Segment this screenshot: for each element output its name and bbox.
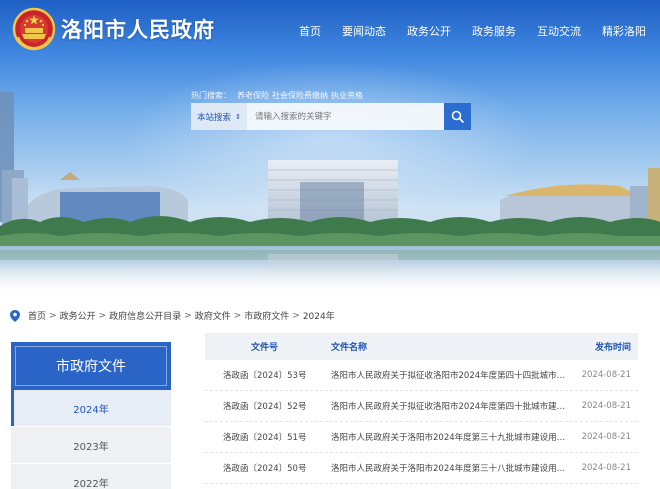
sort-arrows-icon: ⇕: [235, 112, 241, 121]
search-scope-label: 本站搜索: [197, 112, 232, 123]
document-title-link[interactable]: 洛阳市人民政府关于拟征收洛阳市2024年度第四十四批城市建...: [323, 369, 573, 381]
hot-search: 热门搜索： 养老保险 社会保险费缴纳 执业资格: [191, 90, 363, 101]
breadcrumb-separator: >: [233, 310, 242, 321]
breadcrumb-city-gov-files[interactable]: 市政府文件: [244, 309, 289, 322]
breadcrumb-info-catalog[interactable]: 政府信息公开目录: [109, 309, 181, 322]
sidebar-item-label: 2024年: [73, 404, 109, 416]
nav-gov-affairs[interactable]: 政务公开: [407, 23, 451, 39]
document-number: 洛政函〔2024〕53号: [223, 371, 307, 381]
search-input[interactable]: [247, 103, 444, 130]
column-header-title: 文件名称: [331, 343, 368, 353]
hero-banner: 洛阳市人民政府 首页 要闻动态 政务公开 政务服务 互动交流 精彩洛阳 热门搜索…: [0, 0, 660, 292]
document-title-link[interactable]: 洛阳市人民政府关于洛阳市2024年度第三十八批城市建设用地...: [323, 462, 573, 474]
search-icon: [451, 110, 464, 123]
document-number: 洛政函〔2024〕51号: [223, 433, 307, 443]
nav-news[interactable]: 要闻动态: [342, 23, 386, 39]
hot-link-pension[interactable]: 养老保险: [237, 91, 269, 100]
document-date: 2024-08-21: [581, 370, 631, 380]
breadcrumb-current-year[interactable]: 2024年: [303, 309, 335, 322]
documents-table: 文件号 文件名称 发布时间 洛政函〔2024〕53号 洛阳市人民政府关于拟征收洛…: [205, 333, 638, 484]
search-scope-select[interactable]: 本站搜索 ⇕: [191, 103, 247, 130]
column-header-date: 发布时间: [594, 343, 631, 353]
document-date: 2024-08-21: [581, 432, 631, 442]
table-row[interactable]: 洛政函〔2024〕53号 洛阳市人民政府关于拟征收洛阳市2024年度第四十四批城…: [205, 360, 638, 391]
breadcrumb: 首页 > 政务公开 > 政府信息公开目录 > 政府文件 > 市政府文件 > 20…: [10, 309, 335, 322]
site-title[interactable]: 洛阳市人民政府: [61, 14, 215, 44]
nav-gov-services[interactable]: 政务服务: [472, 23, 516, 39]
nav-home[interactable]: 首页: [299, 23, 321, 39]
sidebar-item-2024[interactable]: 2024年: [11, 390, 171, 427]
location-pin-icon: [10, 309, 20, 322]
hot-link-social-insurance[interactable]: 社会保险费缴纳: [272, 91, 328, 100]
breadcrumb-home[interactable]: 首页: [28, 309, 46, 322]
document-number: 洛政函〔2024〕50号: [223, 464, 307, 474]
breadcrumb-separator: >: [292, 310, 300, 321]
sidebar: 市政府文件 2024年 2023年 2022年: [11, 342, 171, 489]
breadcrumb-separator: >: [49, 310, 57, 321]
column-header-number: 文件号: [251, 343, 279, 353]
main-nav: 首页 要闻动态 政务公开 政务服务 互动交流 精彩洛阳: [278, 23, 646, 39]
document-title-link[interactable]: 洛阳市人民政府关于拟征收洛阳市2024年度第四十批城市建设...: [323, 400, 573, 412]
sidebar-header: 市政府文件: [11, 342, 171, 390]
breadcrumb-gov-affairs[interactable]: 政务公开: [60, 309, 96, 322]
sidebar-item-2022[interactable]: 2022年: [11, 464, 171, 489]
table-row[interactable]: 洛政函〔2024〕51号 洛阳市人民政府关于洛阳市2024年度第三十九批城市建设…: [205, 422, 638, 453]
sidebar-item-label: 2023年: [73, 441, 109, 453]
table-header: 文件号 文件名称 发布时间: [205, 333, 638, 360]
sidebar-item-label: 2022年: [73, 478, 109, 489]
nav-wonderful-luoyang[interactable]: 精彩洛阳: [602, 23, 646, 39]
document-title-link[interactable]: 洛阳市人民政府关于洛阳市2024年度第三十九批城市建设用地...: [323, 431, 573, 443]
document-date: 2024-08-21: [581, 401, 631, 411]
search-bar: 本站搜索 ⇕: [191, 103, 471, 130]
search-button[interactable]: [444, 103, 471, 130]
table-row[interactable]: 洛政函〔2024〕52号 洛阳市人民政府关于拟征收洛阳市2024年度第四十批城市…: [205, 391, 638, 422]
breadcrumb-gov-files[interactable]: 政府文件: [195, 309, 231, 322]
document-date: 2024-08-21: [581, 463, 631, 473]
sidebar-title: 市政府文件: [56, 359, 126, 375]
breadcrumb-separator: >: [184, 310, 192, 321]
national-emblem-icon[interactable]: [12, 7, 56, 51]
sidebar-item-2023[interactable]: 2023年: [11, 427, 171, 464]
nav-interaction[interactable]: 互动交流: [537, 23, 581, 39]
breadcrumb-separator: >: [98, 310, 107, 321]
document-number: 洛政函〔2024〕52号: [223, 402, 307, 412]
hot-search-label: 热门搜索：: [191, 91, 231, 100]
table-row[interactable]: 洛政函〔2024〕50号 洛阳市人民政府关于洛阳市2024年度第三十八批城市建设…: [205, 453, 638, 484]
hot-link-qualification[interactable]: 执业资格: [331, 91, 363, 100]
